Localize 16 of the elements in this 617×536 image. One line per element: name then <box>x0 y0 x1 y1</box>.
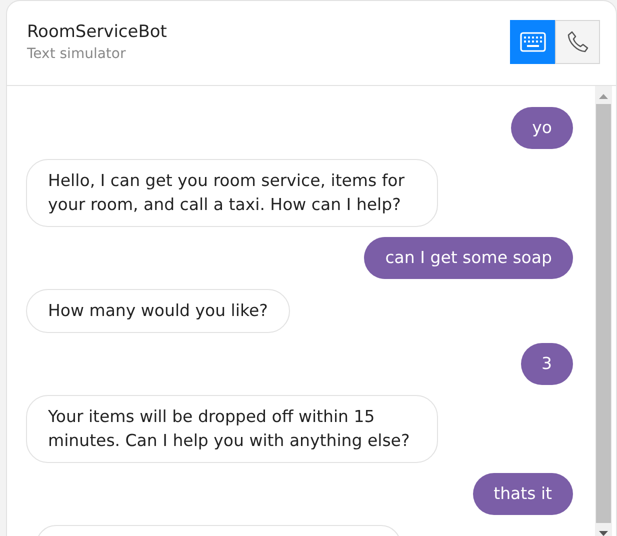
keyboard-icon <box>520 32 546 52</box>
keyboard-mode-button[interactable] <box>510 20 555 64</box>
scrollbar[interactable] <box>595 86 612 536</box>
phone-mode-button[interactable] <box>555 20 600 64</box>
user-message: 3 <box>520 343 573 385</box>
user-message: thats it <box>472 473 573 515</box>
bot-message: Your items will be dropped off within 15 minutes. Can I help you with anything else? <box>26 395 438 463</box>
scroll-up-icon[interactable] <box>599 94 608 99</box>
user-message: can I get some soap <box>364 237 573 279</box>
bot-message: Hello, I can get you room service, items for your room, and call a taxi. How can I help? <box>26 159 438 227</box>
bot-subtitle: Text simulator <box>27 46 127 62</box>
scroll-down-icon[interactable] <box>599 531 608 536</box>
bot-title: RoomServiceBot <box>27 22 167 42</box>
bot-message: How many would you like? <box>26 289 290 333</box>
user-message: yo <box>511 107 573 149</box>
phone-icon <box>566 30 590 54</box>
